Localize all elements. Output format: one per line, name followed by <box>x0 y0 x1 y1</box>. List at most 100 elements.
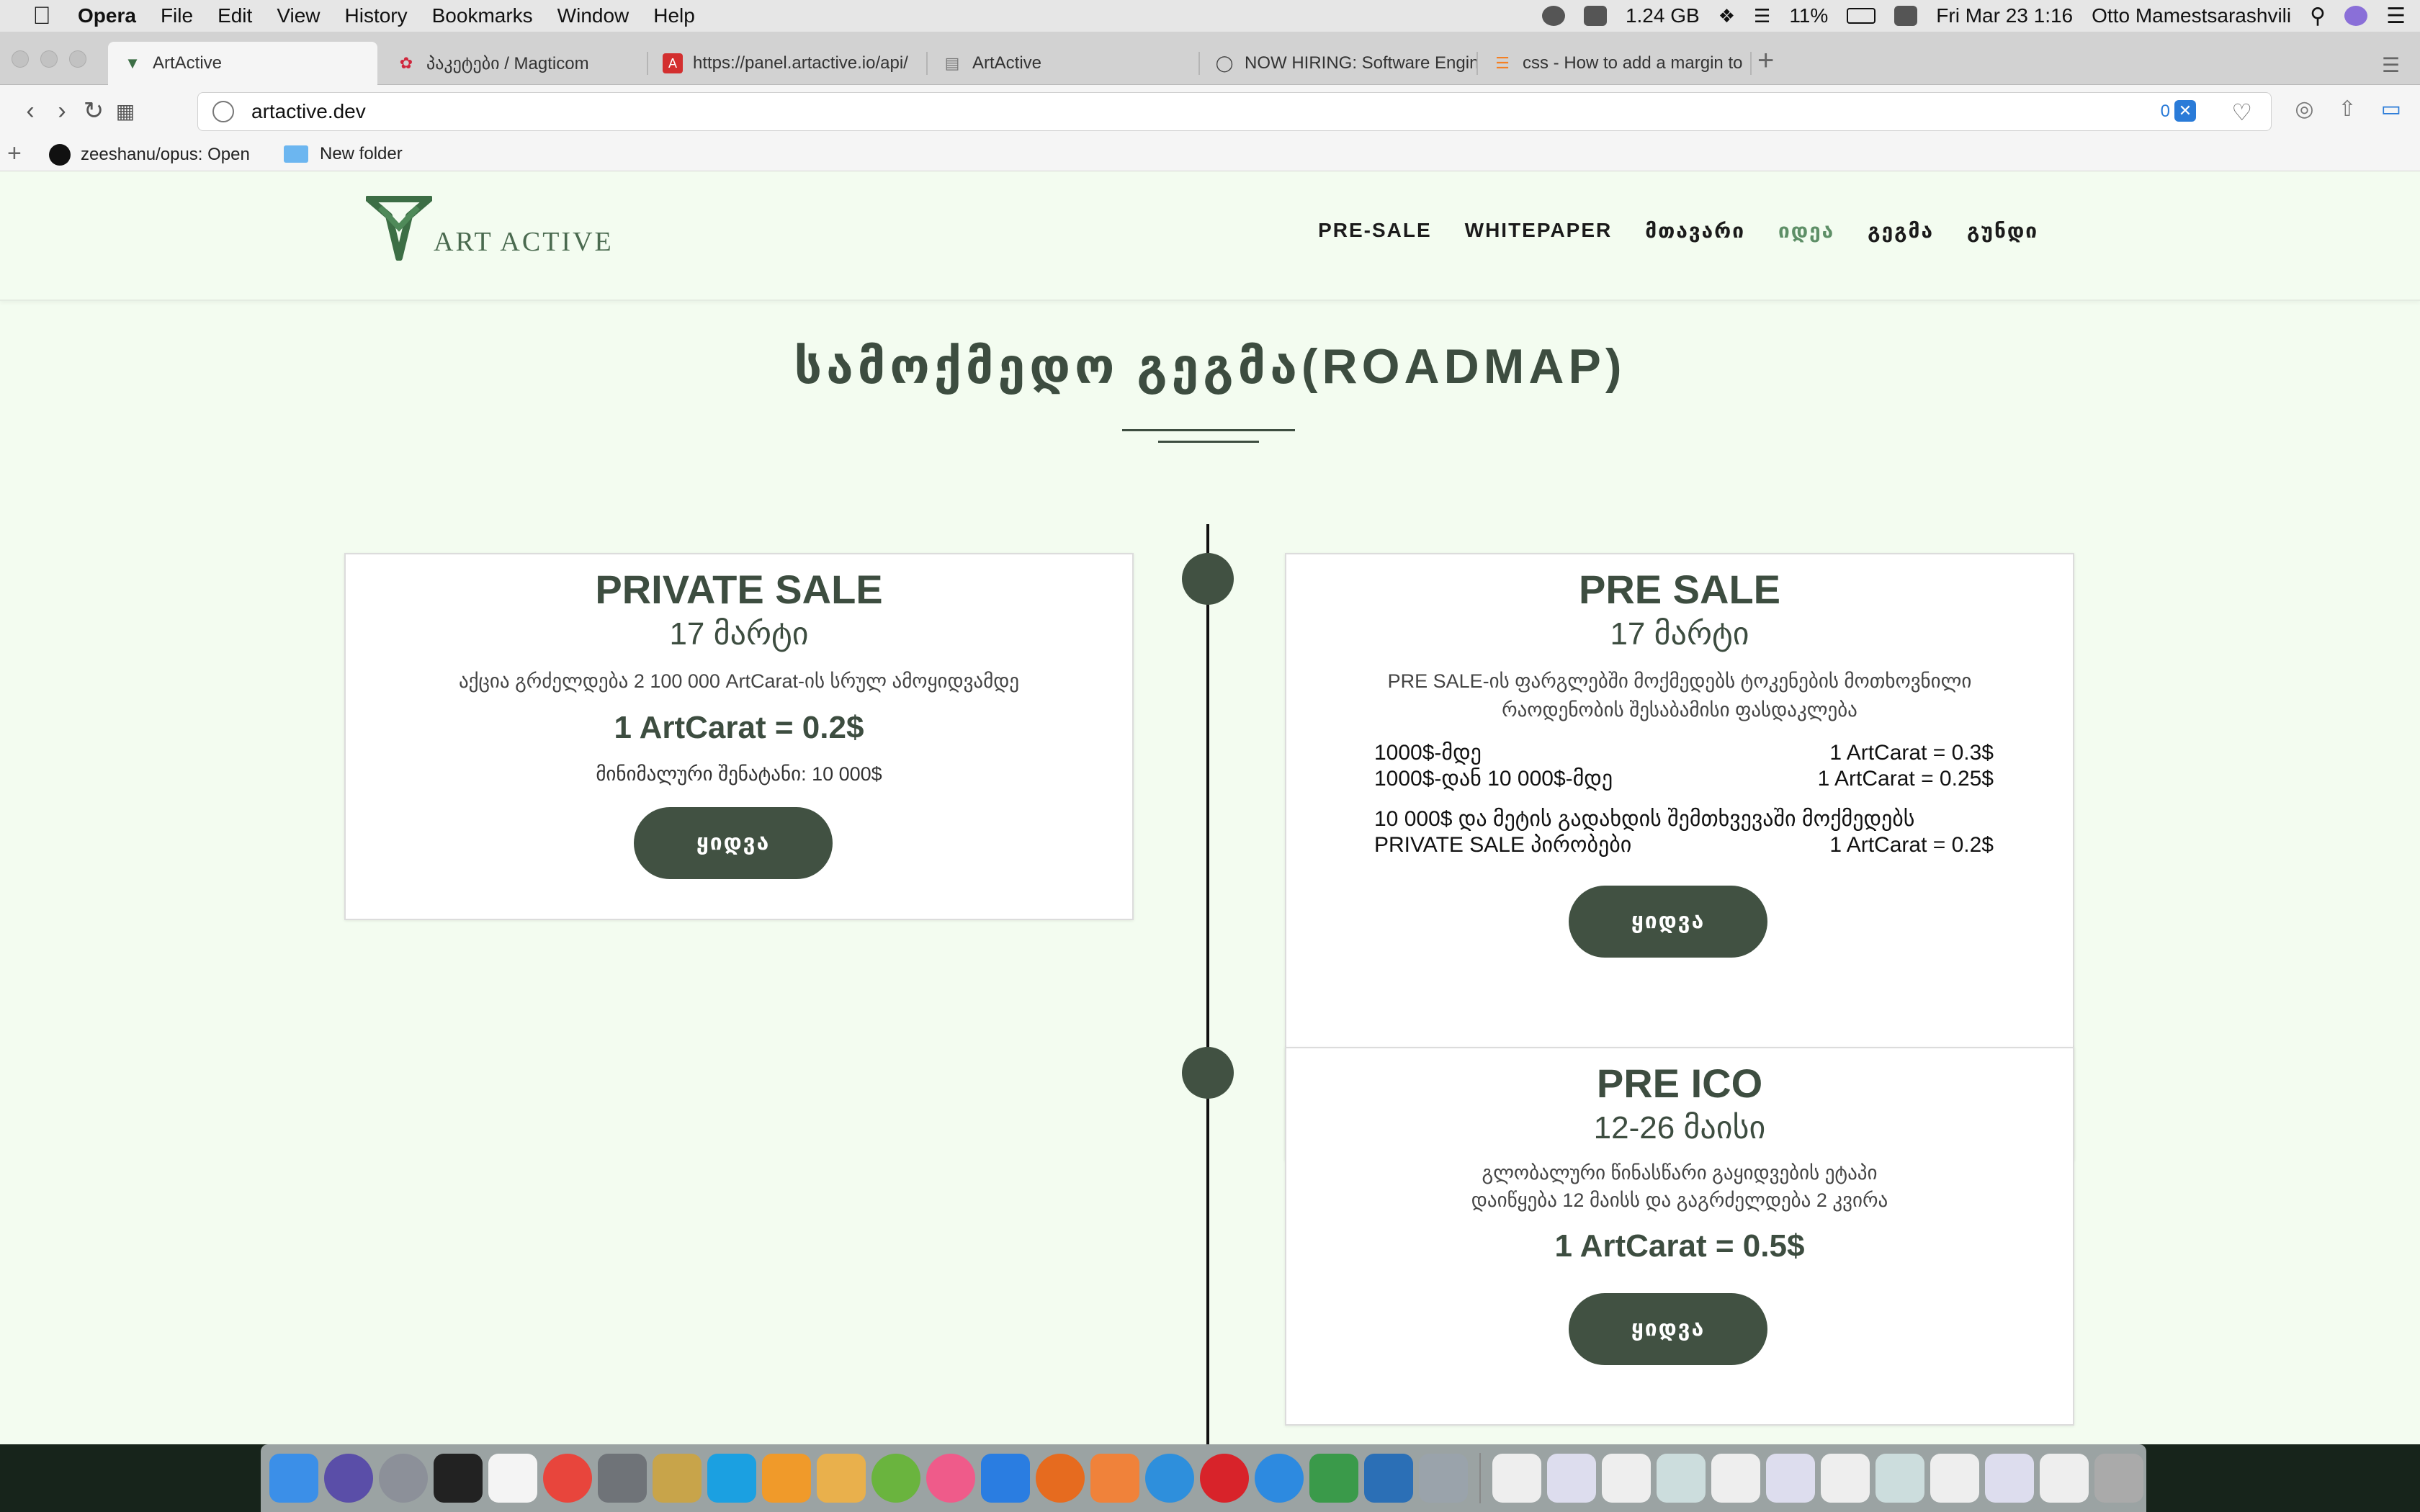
close-window-button[interactable] <box>12 50 29 68</box>
memory-readout[interactable]: 1.24 GB <box>1626 4 1700 27</box>
utility-app-icon[interactable] <box>1894 6 1918 26</box>
buy-button[interactable]: ყიდვა <box>1569 1293 1767 1365</box>
address-field[interactable]: artactive.dev 0 ✕ ♡ <box>197 92 2272 131</box>
tab-title: ArtActive <box>153 53 223 73</box>
nav-home[interactable]: მთავარი <box>1645 219 1745 243</box>
nav-whitepaper[interactable]: WHITEPAPER <box>1465 219 1613 243</box>
minimized-window-icon[interactable] <box>1985 1454 2034 1503</box>
launchpad-icon[interactable] <box>379 1454 428 1503</box>
minimized-window-icon[interactable] <box>1766 1454 1815 1503</box>
adblock-icon[interactable]: ✕ <box>2174 100 2196 122</box>
skype-icon[interactable] <box>707 1454 756 1503</box>
bluetooth-icon[interactable]: ❖ <box>1718 5 1735 27</box>
tab-stackoverflow[interactable]: ☰ css - How to add a margin to <box>1478 42 1752 85</box>
finder-icon[interactable] <box>269 1454 318 1503</box>
utorrent-icon[interactable] <box>871 1454 920 1503</box>
tab-panel-api[interactable]: A https://panel.artactive.io/api/ <box>648 42 928 85</box>
back-icon[interactable]: ‹ <box>14 97 46 125</box>
tab-magticom[interactable]: ✿ პაკეტები / Magticom <box>382 42 648 85</box>
card-minimum: მინიმალური შენატანი: 10 000$ <box>596 763 882 785</box>
minimized-window-icon[interactable] <box>1876 1454 1924 1503</box>
app-store-icon[interactable] <box>981 1454 1030 1503</box>
tab-artactive[interactable]: ▼ ArtActive <box>108 42 377 85</box>
tab-menu-icon[interactable]: ☰ <box>2382 53 2400 77</box>
siri-dock-icon[interactable] <box>324 1454 373 1503</box>
user-name[interactable]: Otto Mamestsarashvili <box>2092 4 2291 27</box>
trash-icon[interactable] <box>2094 1454 2143 1503</box>
menu-help[interactable]: Help <box>653 4 695 27</box>
artactive-favicon-icon: ▼ <box>125 54 140 72</box>
menu-bookmarks[interactable]: Bookmarks <box>432 4 533 27</box>
menu-window[interactable]: Window <box>557 4 629 27</box>
vpn-icon[interactable]: ◎ <box>2295 96 2313 122</box>
siri-icon[interactable] <box>2344 6 2368 26</box>
system-preferences-icon[interactable] <box>598 1454 647 1503</box>
apple-menu-icon[interactable]:  <box>27 1 56 30</box>
spotlight-search-icon[interactable]: ⚲ <box>2310 4 2326 29</box>
private-terms-note: 10 000$ და მეტის გადახდის შემთხვევაში მო… <box>1374 806 1994 832</box>
kodi-icon[interactable] <box>1145 1454 1194 1503</box>
timeline-dot <box>1182 1047 1234 1099</box>
editor-app-icon[interactable] <box>1090 1454 1139 1503</box>
tab-now-hiring[interactable]: ◯ NOW HIRING: Software Engin <box>1200 42 1478 85</box>
chrome-icon[interactable] <box>543 1454 592 1503</box>
battery-saver-icon[interactable]: ▭ <box>2381 96 2401 122</box>
opera-icon[interactable] <box>1200 1454 1249 1503</box>
skype-status-icon[interactable] <box>1541 6 1565 26</box>
bookmark-folder[interactable]: New folder <box>284 144 403 164</box>
minimized-window-icon[interactable] <box>1657 1454 1706 1503</box>
nav-plan[interactable]: გეგმა <box>1868 219 1934 243</box>
add-bookmark-icon[interactable]: + <box>7 140 22 168</box>
battery-percent[interactable]: 11% <box>1789 4 1828 27</box>
share-icon[interactable]: ⇧ <box>2339 96 2357 122</box>
tab-title: ArtActive <box>972 53 1042 73</box>
sublime-text-icon[interactable] <box>762 1454 811 1503</box>
buy-button[interactable]: ყიდვა <box>634 807 833 879</box>
minimized-window-icon[interactable] <box>1602 1454 1651 1503</box>
calendar-icon[interactable] <box>488 1454 537 1503</box>
bookmark-github[interactable]: zeeshanu/opus: Open <box>49 144 250 166</box>
zoom-window-button[interactable] <box>69 50 86 68</box>
firefox-icon[interactable] <box>1036 1454 1085 1503</box>
clock[interactable]: Fri Mar 23 1:16 <box>1936 4 2073 27</box>
menu-history[interactable]: History <box>345 4 408 27</box>
database-app-icon[interactable] <box>653 1454 702 1503</box>
notes-app-icon[interactable] <box>817 1454 866 1503</box>
minimized-window-icon[interactable] <box>1930 1454 1979 1503</box>
itunes-icon[interactable] <box>926 1454 975 1503</box>
nav-pre-sale[interactable]: PRE-SALE <box>1318 219 1432 243</box>
nav-team[interactable]: გუნდი <box>1967 219 2038 243</box>
title-divider <box>1158 441 1259 443</box>
menu-edit[interactable]: Edit <box>218 4 252 27</box>
wifi-icon[interactable]: ☰ <box>1754 5 1770 27</box>
site-logo[interactable]: ART ACTIVE <box>366 196 614 261</box>
tab-artactive-2[interactable]: ▤ ArtActive <box>928 42 1200 85</box>
adblock-count[interactable]: 0 <box>2161 102 2170 122</box>
minimized-window-icon[interactable] <box>1711 1454 1760 1503</box>
forward-icon[interactable]: › <box>46 97 78 125</box>
new-tab-button[interactable]: + <box>1757 45 1774 77</box>
bookmark-heart-icon[interactable]: ♡ <box>2231 99 2252 126</box>
menu-view[interactable]: View <box>277 4 320 27</box>
minimized-window-icon[interactable] <box>1821 1454 1870 1503</box>
minimize-window-button[interactable] <box>40 50 58 68</box>
buy-button[interactable]: ყიდვა <box>1569 886 1767 958</box>
menu-app-name[interactable]: Opera <box>78 4 136 27</box>
minimized-window-icon[interactable] <box>1492 1454 1541 1503</box>
url-text[interactable]: artactive.dev <box>251 100 366 123</box>
docker-status-icon[interactable] <box>1583 6 1607 26</box>
menu-file[interactable]: File <box>161 4 193 27</box>
numbers-icon[interactable] <box>1309 1454 1358 1503</box>
reload-icon[interactable]: ↻ <box>78 96 109 125</box>
nav-idea[interactable]: იდეა <box>1778 219 1834 243</box>
speed-dial-icon[interactable]: ▦ <box>109 99 141 123</box>
terminal-icon[interactable] <box>434 1454 483 1503</box>
minimized-window-icon[interactable] <box>2040 1454 2089 1503</box>
preview-icon[interactable] <box>1419 1454 1468 1503</box>
minimized-window-icon[interactable] <box>1547 1454 1596 1503</box>
battery-icon[interactable] <box>1847 8 1876 24</box>
tab-title: პაკეტები / Magticom <box>426 53 589 73</box>
notification-center-icon[interactable]: ☰ <box>2386 4 2406 29</box>
vscode-icon[interactable] <box>1364 1454 1413 1503</box>
teamviewer-icon[interactable] <box>1255 1454 1304 1503</box>
